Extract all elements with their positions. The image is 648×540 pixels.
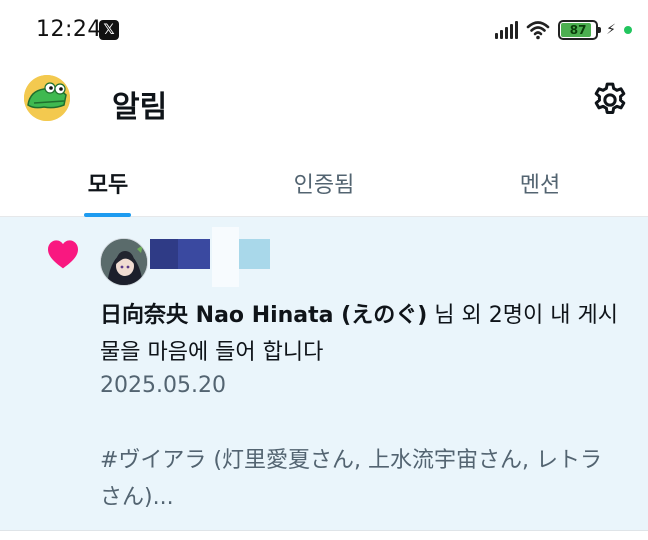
post-snippet: #ヴイアラ (灯里愛夏さん, 上水流宇宙さん, レトラさん)... (100, 448, 602, 510)
status-time: 12:24 (36, 17, 102, 42)
header: 알림 (0, 62, 648, 138)
tab-all[interactable]: 모두 (0, 150, 216, 216)
obscured-avatar-placeholder (239, 239, 270, 269)
actor-name[interactable]: 日向奈央 Nao Hinata (えのぐ) (100, 303, 427, 328)
battery-level: 87 (569, 23, 587, 37)
wifi-icon (526, 21, 550, 40)
obscured-avatar-placeholder (212, 227, 239, 287)
charging-bolt-icon: ⚡ (606, 22, 616, 38)
tab-bar: 모두 인증됨 멘션 (0, 150, 648, 217)
green-dinosaur-avatar-icon (24, 75, 70, 121)
x-logo-icon: 𝕏 (99, 20, 119, 40)
battery-icon: 87 (558, 20, 602, 40)
notification-item[interactable]: 日向奈央 Nao Hinata (えのぐ) 님 외 2명이 내 게시물을 마음에… (0, 217, 648, 531)
settings-button[interactable] (590, 80, 630, 120)
notification-message: 日向奈央 Nao Hinata (えのぐ) 님 외 2명이 내 게시물을 마음에… (100, 297, 630, 371)
status-icons: 87 ⚡ (495, 18, 632, 42)
profile-avatar-button[interactable] (24, 75, 70, 121)
green-dot-indicator (624, 26, 632, 34)
obscured-avatar-placeholder (178, 239, 210, 269)
heart-icon (48, 240, 78, 269)
user-avatar-image-icon (101, 239, 147, 285)
tab-mentions[interactable]: 멘션 (432, 150, 648, 216)
user-avatar[interactable] (100, 238, 148, 286)
page-title: 알림 (112, 90, 168, 125)
notification-date: 2025.05.20 (100, 373, 226, 398)
gear-icon (594, 82, 626, 114)
status-bar: 12:24 𝕏 87 ⚡ (0, 0, 648, 62)
signal-icon (495, 21, 519, 39)
tab-verified[interactable]: 인증됨 (216, 150, 432, 216)
